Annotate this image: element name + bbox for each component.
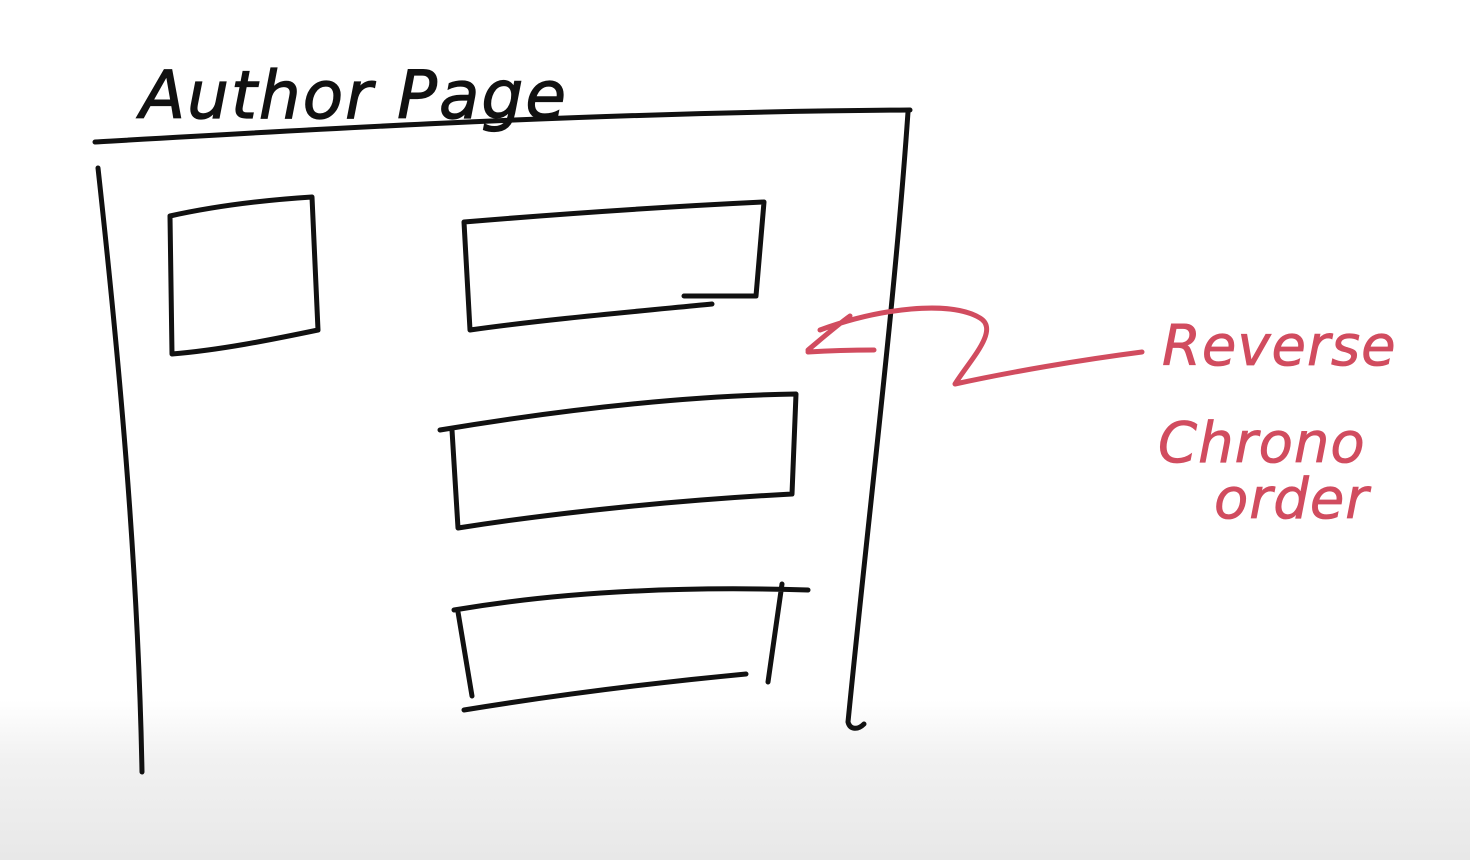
author-image-box: [167, 194, 321, 357]
wireframe-sketch: Author Page Reverse Chrono order: [92, 56, 1397, 775]
page-frame-left: [95, 165, 145, 775]
annotation-line-1: Reverse: [1162, 314, 1397, 379]
page-frame-right: [845, 109, 911, 731]
annotation-line-3: order: [1214, 467, 1371, 532]
whiteboard-canvas: Author Page Reverse Chrono order: [0, 0, 1470, 860]
post-card-2: [437, 391, 799, 531]
post-card-1: [461, 199, 767, 333]
annotation-arrow: [805, 305, 1145, 387]
post-card-3: [451, 581, 811, 713]
